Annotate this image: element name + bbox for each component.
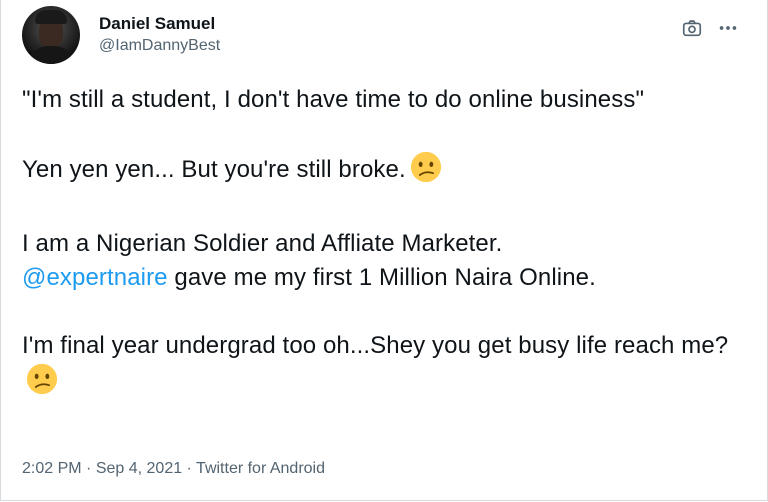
tweet-paragraph-3-text: I am a Nigerian Soldier and Affliate Mar… — [22, 230, 503, 257]
tweet-header: Daniel Samuel @IamDannyBest — [22, 5, 220, 65]
user-handle[interactable]: @IamDannyBest — [99, 35, 220, 57]
tweet-paragraph-4: I'm final year undergrad too oh...Shey y… — [22, 329, 742, 405]
more-dots-icon[interactable] — [717, 17, 739, 39]
user-names: Daniel Samuel @IamDannyBest — [99, 13, 220, 57]
tweet-meta: 2:02 PM · Sep 4, 2021 · Twitter for Andr… — [22, 458, 325, 480]
tweet-paragraph-3-rest: gave me my first 1 Million Naira Online. — [167, 264, 596, 291]
tweet-time[interactable]: 2:02 PM — [22, 460, 82, 477]
tweet-paragraph-3: I am a Nigerian Soldier and Affliate Mar… — [22, 227, 742, 295]
confused-face-emoji — [26, 363, 58, 405]
tweet-text: "I'm still a student, I don't have time … — [22, 83, 742, 405]
mention-link[interactable]: @expertnaire — [22, 264, 168, 291]
tweet-date[interactable]: Sep 4, 2021 — [96, 460, 182, 477]
tweet-card: Daniel Samuel @IamDannyBest "I'm still a… — [0, 0, 768, 501]
tweet-paragraph-2: Yen yen yen... But you're still broke. — [22, 151, 742, 193]
tweet-paragraph-2-text: Yen yen yen... But you're still broke. — [22, 156, 406, 183]
confused-face-emoji — [410, 151, 442, 193]
tweet-paragraph-1: "I'm still a student, I don't have time … — [22, 83, 742, 117]
camera-icon[interactable] — [681, 17, 703, 39]
tweet-source[interactable]: Twitter for Android — [196, 460, 325, 477]
top-actions — [681, 17, 739, 39]
meta-separator: · — [182, 460, 197, 477]
tweet-paragraph-1-text: "I'm still a student, I don't have time … — [22, 86, 645, 113]
avatar[interactable] — [22, 6, 80, 64]
meta-separator: · — [81, 460, 96, 477]
display-name[interactable]: Daniel Samuel — [99, 13, 220, 35]
tweet-paragraph-4-text: I'm final year undergrad too oh...Shey y… — [22, 332, 729, 359]
